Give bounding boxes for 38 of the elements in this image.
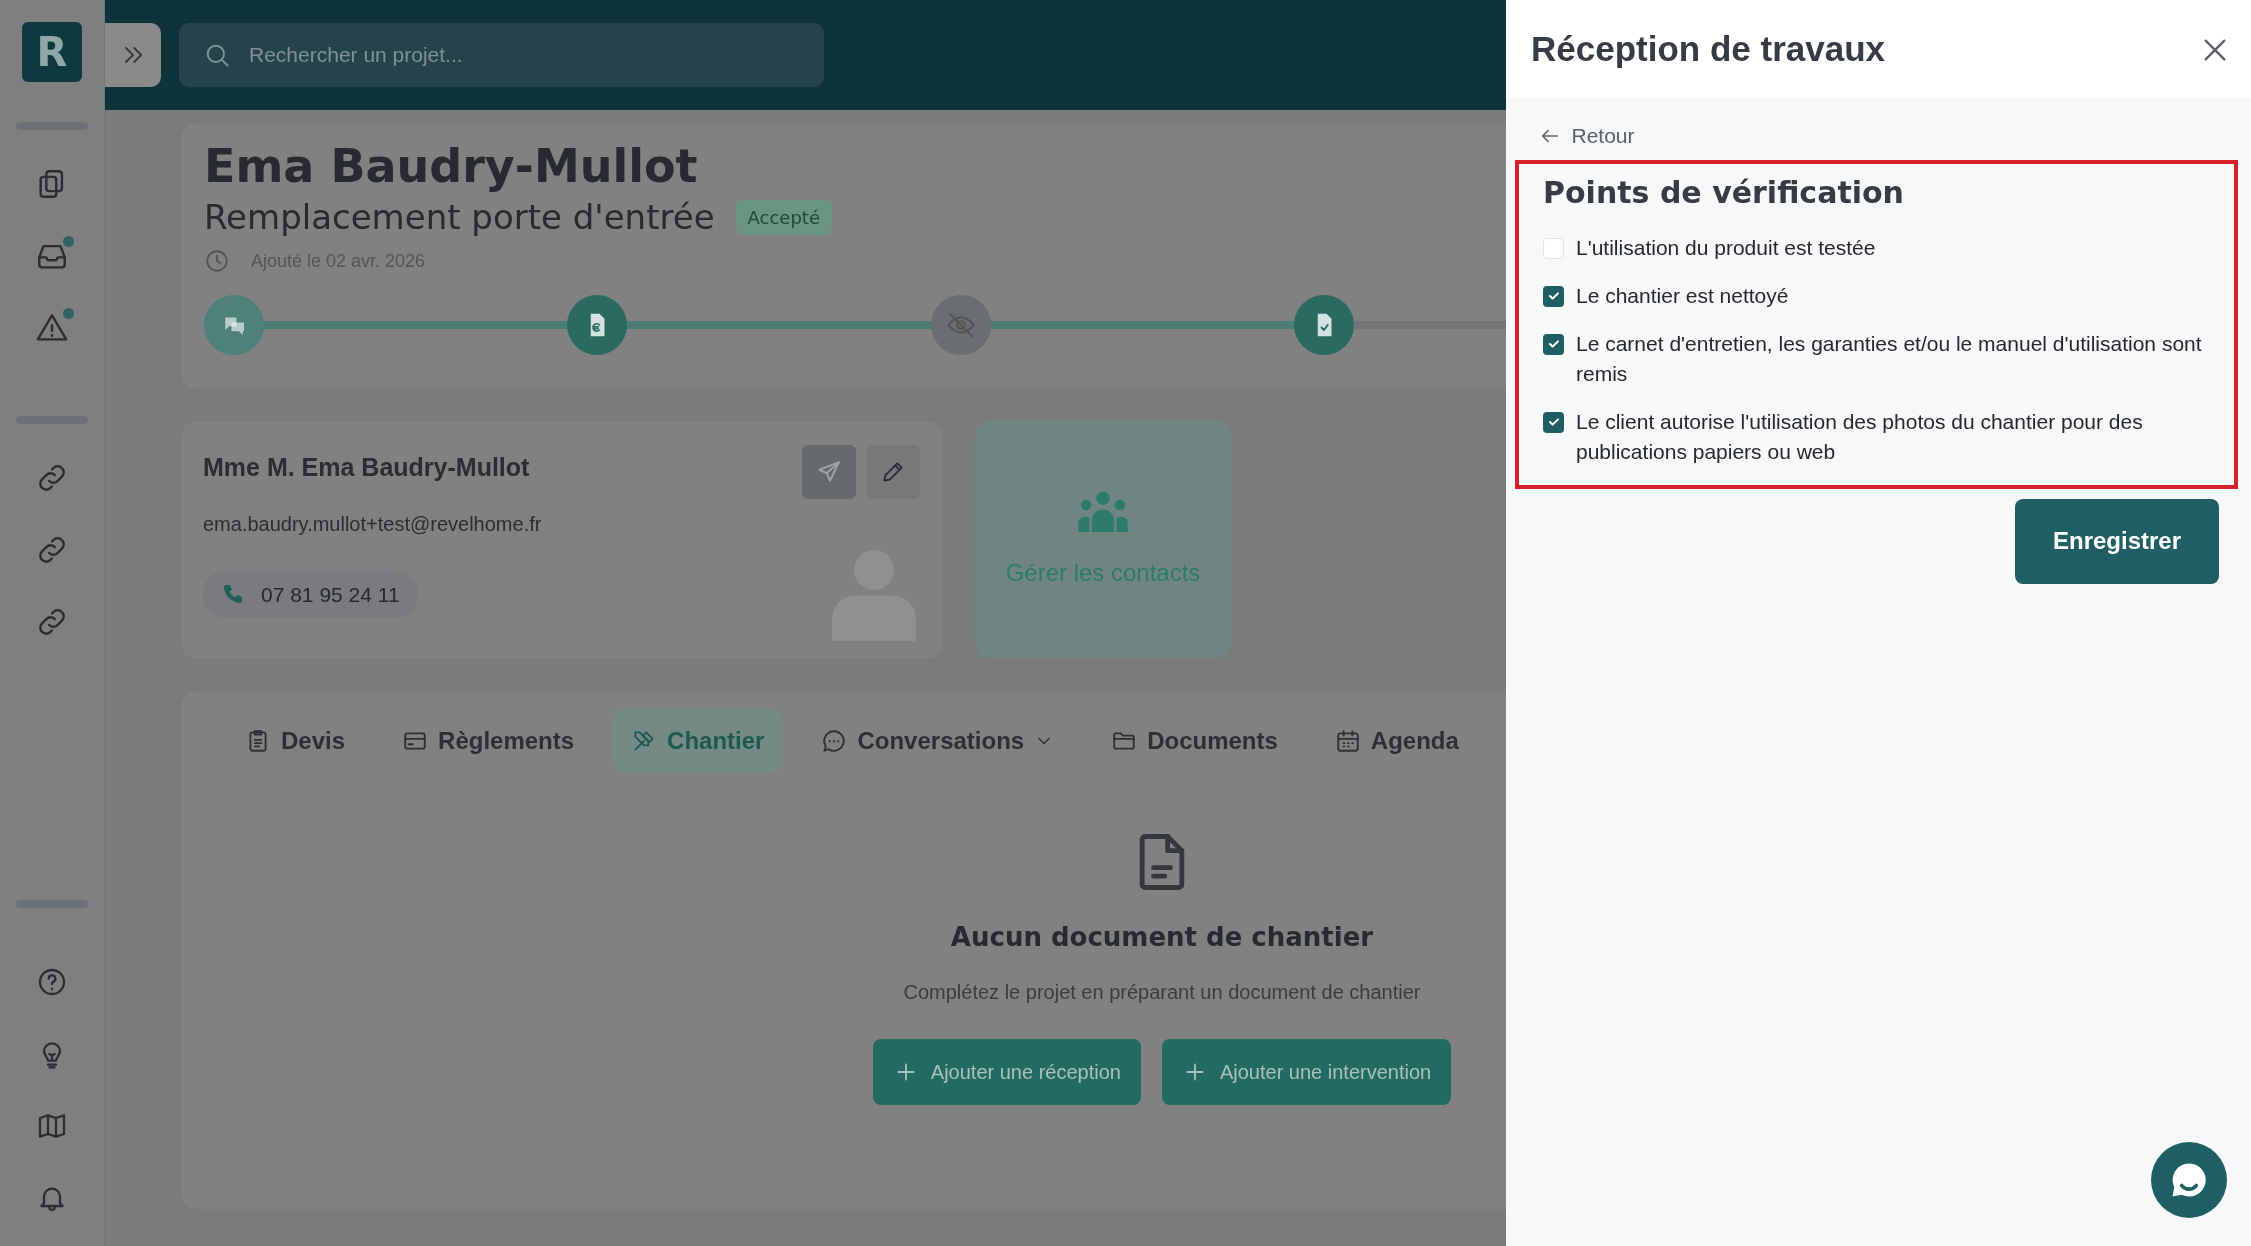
tab[interactable]: Devis — [227, 709, 364, 773]
logo[interactable]: R — [22, 22, 82, 82]
client-name: Ema Baudry-Mullot — [204, 141, 699, 192]
calendar-icon — [1334, 728, 1361, 754]
save-button[interactable]: Enregistrer — [2015, 498, 2219, 584]
empty-text: Complétez le projet en préparant un document de chantier — [903, 980, 1421, 1005]
phone-number: 07 81 95 24 11 — [203, 570, 418, 618]
status-badge: Accepté — [735, 199, 832, 235]
checkbox[interactable] — [1543, 411, 1564, 433]
tab[interactable]: Conversations — [803, 709, 1073, 773]
section-title: Points de vérification — [1543, 173, 1905, 212]
search-field[interactable]: Rechercher un projet... — [179, 23, 824, 87]
empty-title: Aucun document de chantier — [950, 921, 1374, 954]
project-title: Remplacement porte d'entrée — [204, 195, 715, 239]
checkbox[interactable] — [1543, 285, 1564, 307]
tab[interactable]: Chantier — [613, 709, 783, 773]
checkbox-label: L'utilisation du produit est testée — [1576, 234, 1876, 261]
add-button[interactable]: Ajouter une réception — [872, 1038, 1141, 1105]
send-button[interactable] — [801, 445, 856, 499]
tab[interactable]: Agenda — [1316, 709, 1477, 773]
contact-name: Mme M. Ema Baudry-Mullot — [203, 452, 530, 483]
checkbox-label: Le chantier est nettoyé — [1576, 282, 1789, 309]
edit-button[interactable] — [866, 445, 920, 499]
tab[interactable]: Règlements — [384, 709, 593, 773]
expand-button[interactable] — [105, 23, 161, 87]
chat-icon — [821, 728, 848, 754]
tab[interactable]: Documents — [1093, 709, 1296, 773]
clock-icon — [204, 248, 230, 275]
back-link[interactable]: Retour — [1539, 120, 1635, 152]
contact-email: ema.baudry.mullot+test@revelhome.fr — [203, 512, 543, 537]
panel-title: Réception de travaux — [1531, 27, 1885, 70]
add-button[interactable]: Ajouter une intervention — [1161, 1038, 1452, 1105]
checkbox-label: Le carnet d'entretien, les garanties et/ou le manuel d'utilisation sont remis — [1576, 330, 2203, 387]
checkbox[interactable] — [1543, 237, 1564, 259]
checkbox[interactable] — [1543, 333, 1564, 355]
help-icon — [36, 966, 68, 998]
pencil-icon — [880, 459, 906, 485]
checkbox-label: Le client autorise l'utilisation des photos du chantier pour des publications papiers ou web — [1576, 408, 2144, 465]
